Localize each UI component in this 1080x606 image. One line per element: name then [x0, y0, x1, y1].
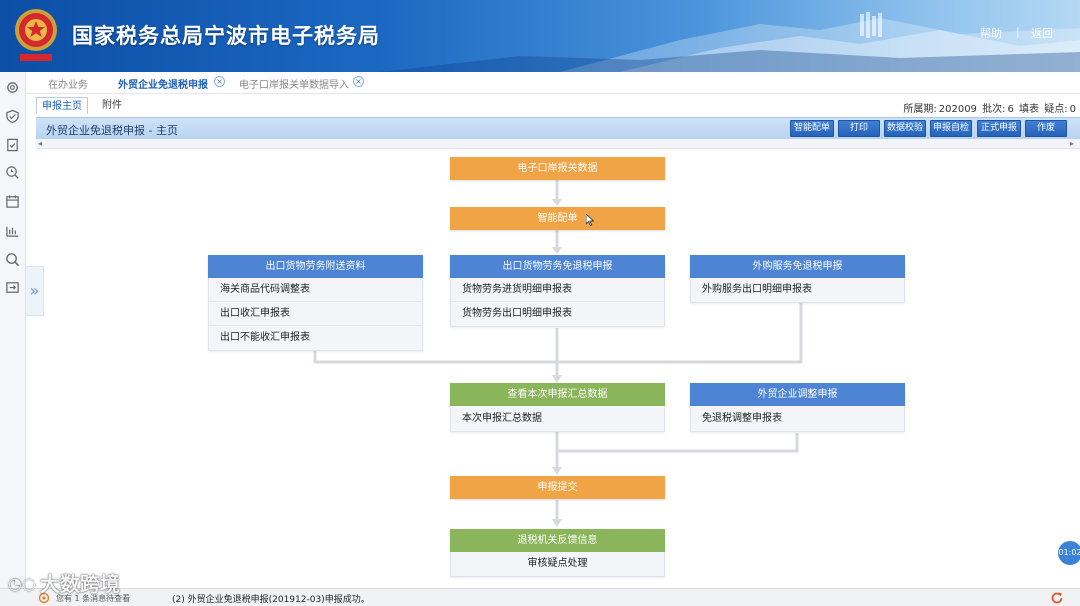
- batch-label: 批次:: [982, 104, 1006, 115]
- feedback-panel: 审核疑点处理: [450, 552, 665, 577]
- print-button[interactable]: 打印: [838, 120, 880, 137]
- watermark: ◔◌ 大数跨境: [8, 568, 120, 598]
- adjust-declare-node: 外贸企业调整申报: [690, 383, 905, 406]
- subtab-attachment[interactable]: 附件: [97, 97, 127, 115]
- search-icon[interactable]: [5, 252, 20, 267]
- customs-data-node[interactable]: 电子口岸报关数据: [450, 157, 665, 180]
- chart-icon[interactable]: [5, 223, 20, 238]
- export-detail-item[interactable]: 货物劳务出口明细申报表: [451, 302, 664, 326]
- purchase-detail-item[interactable]: 货物劳务进货明细申报表: [451, 278, 664, 302]
- settings-icon[interactable]: [5, 80, 20, 95]
- clock-badge: 01:02: [1058, 541, 1080, 565]
- period-label: 所属期:: [903, 104, 937, 115]
- shield-check-icon[interactable]: [5, 109, 20, 124]
- data-validate-button[interactable]: 数据校验: [884, 120, 926, 137]
- doubt-label: 疑点:: [1044, 104, 1068, 115]
- section-toolbar: 外贸企业免退税申报 - 主页 智能配单 打印 数据校验 申报自检 正式申报 作废: [36, 117, 1080, 139]
- period-value: 202009: [938, 104, 977, 115]
- summary-data-item[interactable]: 本次申报汇总数据: [451, 406, 664, 431]
- header-separator: |: [1016, 25, 1020, 38]
- scroll-left-icon[interactable]: ◂: [38, 139, 42, 149]
- smart-match-button[interactable]: 智能配单: [790, 120, 834, 137]
- doubt-value: 0: [1069, 104, 1076, 115]
- adjust-table-item[interactable]: 免退税调整申报表: [691, 406, 904, 431]
- foreign-service-node: 外购服务免退税申报: [690, 255, 905, 278]
- summary-panel: 本次申报汇总数据: [450, 406, 665, 432]
- self-check-button[interactable]: 申报自检: [930, 120, 972, 137]
- left-icon-bar: [0, 72, 26, 588]
- status-text: 填表: [1019, 104, 1040, 115]
- sub-tabs: 申报主页 附件 所属期: 202009 批次: 6 填表 疑点: 0: [26, 96, 1080, 116]
- batch-value: 6: [1007, 104, 1014, 115]
- expand-sidebar-button[interactable]: »: [26, 266, 44, 316]
- period-info: 所属期: 202009 批次: 6 填表 疑点: 0: [901, 100, 1076, 115]
- void-button[interactable]: 作废: [1025, 120, 1067, 137]
- calendar-icon[interactable]: [5, 194, 20, 209]
- watermark-logo-icon: ◔◌: [8, 574, 36, 593]
- refund-declare-panel: 货物劳务进货明细申报表 货物劳务出口明细申报表: [450, 278, 665, 327]
- search-clock-icon[interactable]: [5, 165, 20, 180]
- summary-node: 查看本次申报汇总数据: [450, 383, 665, 406]
- tab-export-refund-close-icon[interactable]: ×: [214, 76, 225, 87]
- attached-docs-panel: 海关商品代码调整表 出口收汇申报表 出口不能收汇申报表: [208, 278, 423, 351]
- tab-in-progress[interactable]: 在办业务: [48, 76, 88, 91]
- tab-export-refund[interactable]: 外贸企业免退税申报: [118, 76, 208, 91]
- audit-doubt-item[interactable]: 审核疑点处理: [451, 552, 664, 576]
- export-receipt-item[interactable]: 出口收汇申报表: [209, 302, 422, 326]
- site-header: 国家税务总局宁波市电子税务局 帮助 | 返回: [0, 0, 1080, 72]
- refresh-icon[interactable]: [1050, 591, 1064, 605]
- horizontal-scrollbar[interactable]: ◂ ▸: [36, 139, 1080, 149]
- formal-declare-button[interactable]: 正式申报: [977, 120, 1021, 137]
- back-link[interactable]: 返回: [1031, 25, 1053, 41]
- adjust-declare-panel: 免退税调整申报表: [690, 406, 905, 432]
- service-export-detail-item[interactable]: 外购服务出口明细申报表: [691, 278, 904, 302]
- subtab-main[interactable]: 申报主页: [36, 97, 88, 115]
- section-title: 外贸企业免退税申报 - 主页: [46, 124, 178, 137]
- scroll-right-icon[interactable]: ▸: [1070, 139, 1074, 149]
- status-bar: 您有 1 条消息待查看 (2) 外贸企业免退税申报(201912-03)申报成功…: [0, 588, 1080, 606]
- feedback-node: 退税机关反馈信息: [450, 529, 665, 552]
- tab-strip: 在办业务 外贸企业免退税申报 × 电子口岸报关单数据导入 ×: [26, 72, 1080, 94]
- submit-node[interactable]: 申报提交: [450, 476, 665, 499]
- tax-emblem-icon: [15, 9, 57, 61]
- tab-customs-import[interactable]: 电子口岸报关单数据导入: [239, 76, 349, 91]
- site-title: 国家税务总局宁波市电子税务局: [72, 24, 380, 48]
- attached-docs-node: 出口货物劳务附送资料: [208, 255, 423, 278]
- mouse-cursor-icon: [586, 214, 594, 226]
- tab-customs-import-close-icon[interactable]: ×: [353, 76, 364, 87]
- smart-match-node[interactable]: 智能配单: [450, 207, 665, 230]
- refund-declare-node: 出口货物劳务免退税申报: [450, 255, 665, 278]
- watermark-text: 大数跨境: [39, 572, 120, 596]
- foreign-service-panel: 外购服务出口明细申报表: [690, 278, 905, 303]
- clipboard-check-icon[interactable]: [5, 137, 20, 152]
- help-link[interactable]: 帮助: [980, 25, 1002, 41]
- customs-code-adjust-item[interactable]: 海关商品代码调整表: [209, 278, 422, 302]
- logout-icon[interactable]: [5, 280, 20, 295]
- status-message: (2) 外贸企业免退税申报(201912-03)申报成功。: [172, 595, 370, 605]
- export-no-receipt-item[interactable]: 出口不能收汇申报表: [209, 326, 422, 350]
